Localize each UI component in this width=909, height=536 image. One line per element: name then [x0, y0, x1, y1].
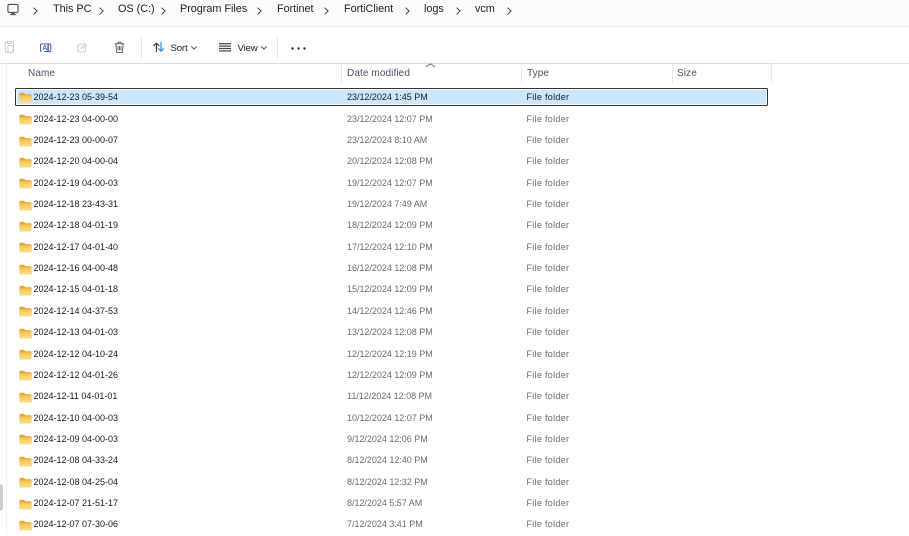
svg-text:A: A	[42, 43, 47, 52]
